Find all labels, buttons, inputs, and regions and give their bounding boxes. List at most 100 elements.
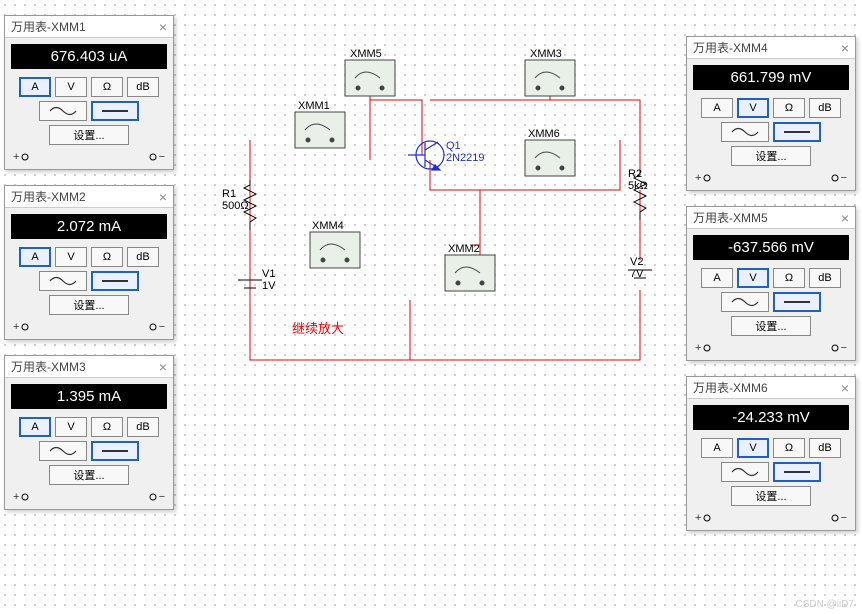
mode-db-button[interactable]: dB: [127, 247, 159, 267]
wave-ac-button[interactable]: [721, 462, 769, 482]
port-plus: +: [695, 172, 711, 184]
mode-ohm-button[interactable]: Ω: [91, 417, 123, 437]
port-plus: +: [695, 512, 711, 524]
multimeter-xmm2[interactable]: 万用表-XMM2 × 2.072 mA A V Ω dB 设置... + −: [4, 185, 174, 340]
wave-dc-button[interactable]: [91, 441, 139, 461]
multimeter-xmm6[interactable]: 万用表-XMM6 × -24.233 mV A V Ω dB 设置... + −: [686, 376, 856, 531]
port-minus: −: [831, 512, 847, 524]
label-v2v: 7V: [630, 268, 643, 280]
sine-icon: [730, 467, 760, 477]
mode-v-button[interactable]: V: [55, 77, 87, 97]
multimeter-xmm5[interactable]: 万用表-XMM5 × -637.566 mV A V Ω dB 设置... + …: [686, 206, 856, 361]
port-plus: +: [13, 491, 29, 503]
label-v1v: 1V: [262, 280, 275, 292]
multimeter-titlebar[interactable]: 万用表-XMM2 ×: [5, 186, 173, 208]
settings-button[interactable]: 设置...: [49, 295, 129, 315]
mode-v-button[interactable]: V: [737, 438, 769, 458]
label-q1v: 2N2219: [446, 152, 485, 164]
settings-button[interactable]: 设置...: [49, 465, 129, 485]
sine-icon: [48, 276, 78, 286]
dc-icon: [100, 106, 130, 116]
settings-button[interactable]: 设置...: [49, 125, 129, 145]
multimeter-display: 1.395 mA: [11, 384, 167, 409]
mode-db-button[interactable]: dB: [809, 268, 841, 288]
mode-ohm-button[interactable]: Ω: [773, 438, 805, 458]
mode-db-button[interactable]: dB: [127, 417, 159, 437]
mode-db-button[interactable]: dB: [127, 77, 159, 97]
sine-icon: [48, 446, 78, 456]
multimeter-titlebar[interactable]: 万用表-XMM1 ×: [5, 16, 173, 38]
close-icon[interactable]: ×: [841, 37, 849, 59]
settings-button[interactable]: 设置...: [731, 146, 811, 166]
port-plus: +: [13, 151, 29, 163]
multimeter-ports: + −: [687, 340, 855, 360]
mode-v-button[interactable]: V: [737, 98, 769, 118]
mode-a-button[interactable]: A: [701, 268, 733, 288]
label-v1: V1: [262, 268, 275, 280]
wave-dc-button[interactable]: [91, 271, 139, 291]
multimeter-ports: + −: [5, 319, 173, 339]
dc-icon: [782, 127, 812, 137]
label-r1v: 500Ω: [222, 200, 249, 212]
sine-icon: [730, 297, 760, 307]
multimeter-title: 万用表-XMM5: [693, 207, 768, 229]
port-minus: −: [149, 321, 165, 333]
multimeter-title: 万用表-XMM4: [693, 37, 768, 59]
mode-ohm-button[interactable]: Ω: [773, 98, 805, 118]
wave-dc-button[interactable]: [773, 122, 821, 142]
multimeter-title: 万用表-XMM1: [11, 16, 86, 38]
mode-a-button[interactable]: A: [19, 417, 51, 437]
mode-v-button[interactable]: V: [737, 268, 769, 288]
mode-ohm-button[interactable]: Ω: [91, 247, 123, 267]
mode-v-button[interactable]: V: [55, 417, 87, 437]
mode-db-button[interactable]: dB: [809, 438, 841, 458]
multimeter-display: -24.233 mV: [693, 405, 849, 430]
mode-ohm-button[interactable]: Ω: [773, 268, 805, 288]
port-minus: −: [831, 172, 847, 184]
settings-button[interactable]: 设置...: [731, 316, 811, 336]
multimeter-title: 万用表-XMM6: [693, 377, 768, 399]
multimeter-title: 万用表-XMM3: [11, 356, 86, 378]
close-icon[interactable]: ×: [841, 377, 849, 399]
multimeter-titlebar[interactable]: 万用表-XMM4 ×: [687, 37, 855, 59]
circuit-canvas: XMM1 XMM5 XMM3 XMM4 XMM2 XMM6 R1 500Ω R2…: [180, 0, 680, 520]
mode-a-button[interactable]: A: [701, 438, 733, 458]
wave-dc-button[interactable]: [91, 101, 139, 121]
wave-dc-button[interactable]: [773, 462, 821, 482]
multimeter-xmm4[interactable]: 万用表-XMM4 × 661.799 mV A V Ω dB 设置... + −: [686, 36, 856, 191]
mode-ohm-button[interactable]: Ω: [91, 77, 123, 97]
close-icon[interactable]: ×: [841, 207, 849, 229]
multimeter-ports: + −: [687, 510, 855, 530]
settings-button[interactable]: 设置...: [731, 486, 811, 506]
close-icon[interactable]: ×: [159, 356, 167, 378]
dc-icon: [782, 297, 812, 307]
mode-db-button[interactable]: dB: [809, 98, 841, 118]
mode-a-button[interactable]: A: [19, 77, 51, 97]
close-icon[interactable]: ×: [159, 186, 167, 208]
label-r2: R2: [628, 168, 642, 180]
multimeter-titlebar[interactable]: 万用表-XMM5 ×: [687, 207, 855, 229]
label-r1: R1: [222, 188, 236, 200]
wave-ac-button[interactable]: [39, 101, 87, 121]
label-q1: Q1: [446, 140, 461, 152]
multimeter-display: 2.072 mA: [11, 214, 167, 239]
wave-dc-button[interactable]: [773, 292, 821, 312]
multimeter-titlebar[interactable]: 万用表-XMM3 ×: [5, 356, 173, 378]
multimeter-xmm3[interactable]: 万用表-XMM3 × 1.395 mA A V Ω dB 设置... + −: [4, 355, 174, 510]
port-plus: +: [695, 342, 711, 354]
label-v2: V2: [630, 256, 643, 268]
mode-a-button[interactable]: A: [701, 98, 733, 118]
close-icon[interactable]: ×: [159, 16, 167, 38]
wave-ac-button[interactable]: [39, 271, 87, 291]
mode-a-button[interactable]: A: [19, 247, 51, 267]
multimeter-title: 万用表-XMM2: [11, 186, 86, 208]
multimeter-display: -637.566 mV: [693, 235, 849, 260]
multimeter-ports: + −: [687, 170, 855, 190]
mode-v-button[interactable]: V: [55, 247, 87, 267]
label-xmm1: XMM1: [298, 100, 330, 112]
wave-ac-button[interactable]: [721, 122, 769, 142]
wave-ac-button[interactable]: [39, 441, 87, 461]
wave-ac-button[interactable]: [721, 292, 769, 312]
multimeter-xmm1[interactable]: 万用表-XMM1 × 676.403 uA A V Ω dB 设置... + −: [4, 15, 174, 170]
multimeter-titlebar[interactable]: 万用表-XMM6 ×: [687, 377, 855, 399]
